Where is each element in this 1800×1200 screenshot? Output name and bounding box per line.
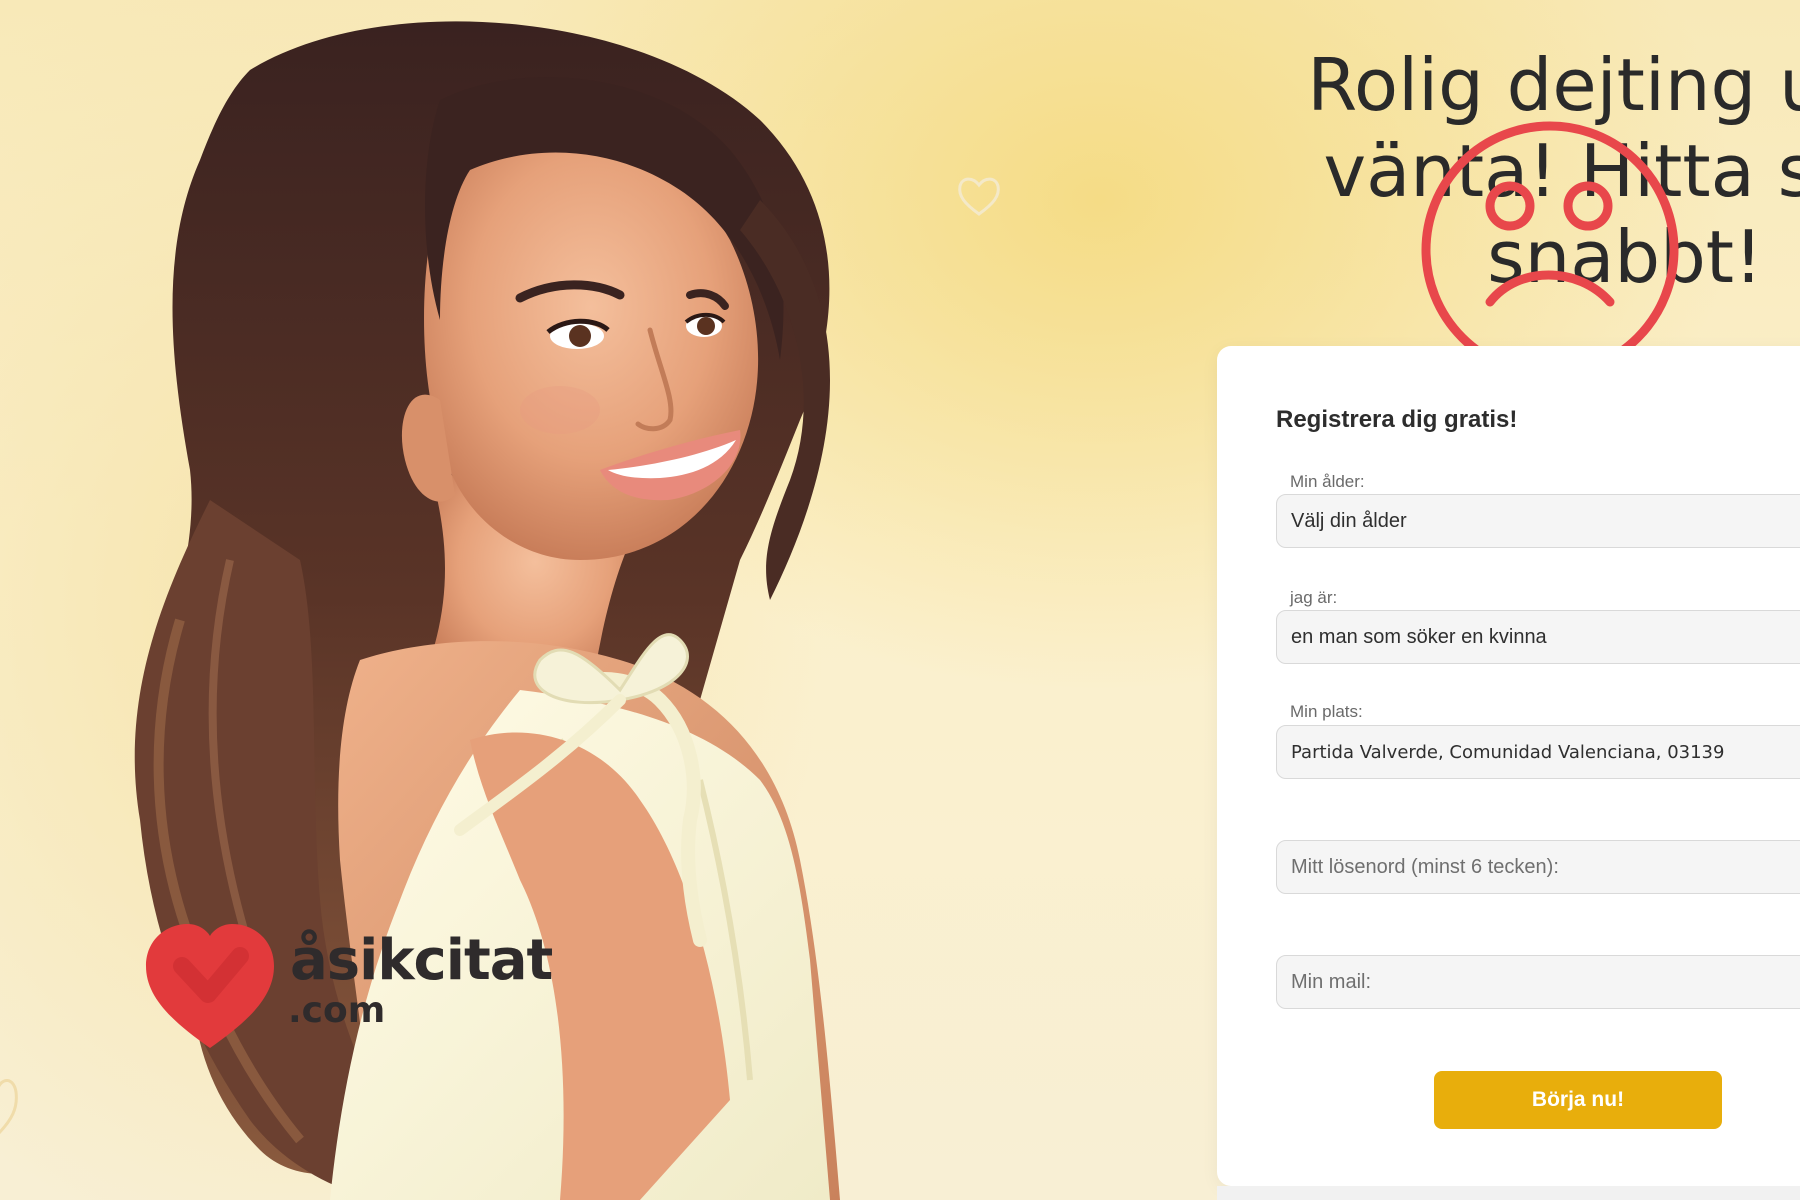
- location-field-value: Partida Valverde, Comunidad Valenciana, …: [1291, 741, 1725, 763]
- brand-tld: .com: [288, 990, 386, 1031]
- age-label: Min ålder:: [1290, 472, 1365, 491]
- registration-form: Registrera dig gratis! Min ålder: Välj d…: [1217, 346, 1800, 1186]
- brand-name: åsikcitat: [290, 928, 553, 993]
- sad-face-icon: [1421, 121, 1679, 379]
- landing-page: åsikcitat .com Rolig dejting utan vänta!…: [0, 0, 1800, 1200]
- age-select-value: Välj din ålder: [1291, 509, 1407, 532]
- email-field[interactable]: [1276, 955, 1800, 1009]
- gender-select[interactable]: en man som söker en kvinna: [1276, 610, 1800, 664]
- brand-logo: åsikcitat .com: [140, 920, 560, 1055]
- password-field[interactable]: [1276, 840, 1800, 894]
- form-title: Registrera dig gratis!: [1276, 406, 1518, 433]
- location-field[interactable]: Partida Valverde, Comunidad Valenciana, …: [1276, 725, 1800, 779]
- gender-label: jag är:: [1290, 588, 1338, 607]
- start-now-button[interactable]: Börja nu!: [1434, 1071, 1722, 1129]
- gender-select-value: en man som söker en kvinna: [1291, 625, 1547, 648]
- heart-check-icon: [146, 924, 274, 1048]
- location-label: Min plats:: [1290, 702, 1363, 721]
- card-footer-strip: [1217, 1186, 1800, 1200]
- age-select[interactable]: Välj din ålder: [1276, 494, 1800, 548]
